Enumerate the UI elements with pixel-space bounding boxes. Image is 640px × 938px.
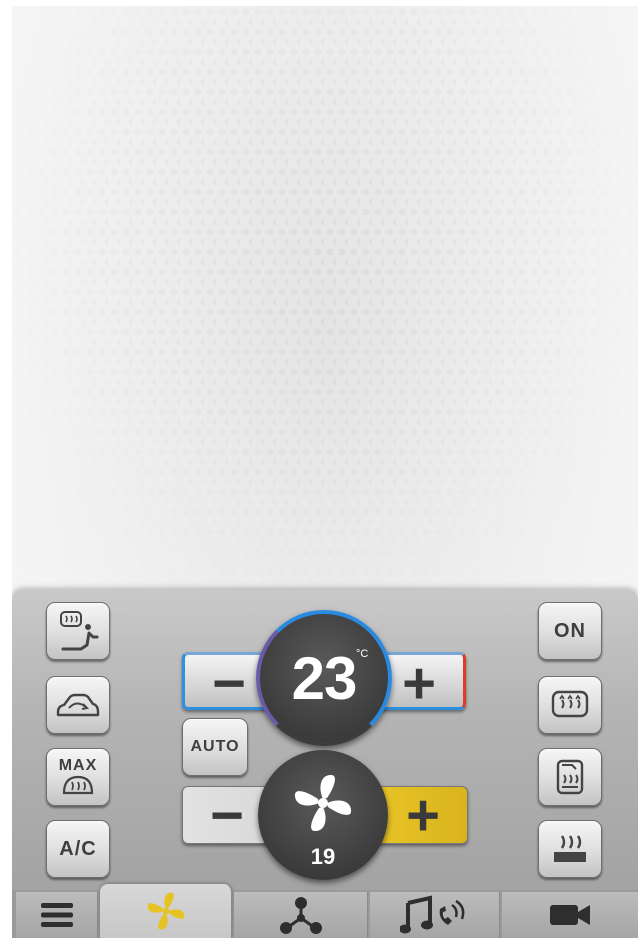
fan-icon: [294, 774, 352, 832]
seat-heat-button[interactable]: [538, 748, 602, 806]
climate-panel: MAX A/C AUTO − + 23 °C − + 19 ON: [12, 590, 638, 892]
tab-climate[interactable]: [100, 884, 232, 938]
tab-camera[interactable]: [502, 892, 638, 938]
bottom-tab-bar: [12, 884, 638, 938]
menu-icon: [40, 903, 73, 927]
power-button[interactable]: ON: [538, 602, 602, 660]
background-pattern: [12, 6, 638, 596]
seat-heat-icon: [556, 759, 584, 795]
power-label: ON: [554, 619, 586, 642]
rear-defrost-seat-button[interactable]: [46, 602, 110, 660]
fan-speed-value: 19: [310, 844, 336, 869]
fan-icon: [147, 892, 184, 930]
ac-label: A/C: [59, 837, 97, 860]
rear-defrost-seat-icon: [60, 611, 99, 651]
rear-window-defrost-icon: [551, 690, 589, 718]
floor-heat-icon: [554, 835, 586, 862]
video-camera-icon: [550, 905, 590, 925]
floor-heat-button[interactable]: [538, 820, 602, 878]
air-recirculation-icon: [56, 693, 100, 717]
minus-icon: −: [210, 783, 244, 848]
music-phone-icon: [399, 895, 464, 934]
tab-connectivity[interactable]: [234, 892, 368, 938]
temperature-value: 23: [291, 644, 358, 712]
ac-button[interactable]: A/C: [46, 820, 110, 878]
fan-dial: 19: [258, 750, 388, 880]
minus-icon: −: [212, 651, 246, 716]
rear-window-defrost-button[interactable]: [538, 676, 602, 734]
hub-icon: [279, 897, 322, 934]
fan-increase-button[interactable]: +: [379, 787, 467, 845]
app-screen: MAX A/C AUTO − + 23 °C − + 19 ON: [12, 6, 638, 938]
temperature-dial: 23 °C: [256, 610, 392, 746]
tab-menu[interactable]: [16, 892, 98, 938]
temperature-unit: °C: [356, 648, 369, 660]
max-defrost-button[interactable]: MAX: [46, 748, 110, 806]
auto-button[interactable]: AUTO: [182, 718, 248, 776]
max-label: MAX: [58, 757, 98, 774]
auto-label: AUTO: [190, 738, 240, 755]
plus-icon: +: [406, 783, 440, 848]
tab-media-phone[interactable]: [370, 892, 500, 938]
max-defrost-icon: [62, 775, 94, 795]
recirculation-button[interactable]: [46, 676, 110, 734]
plus-icon: +: [402, 651, 436, 716]
